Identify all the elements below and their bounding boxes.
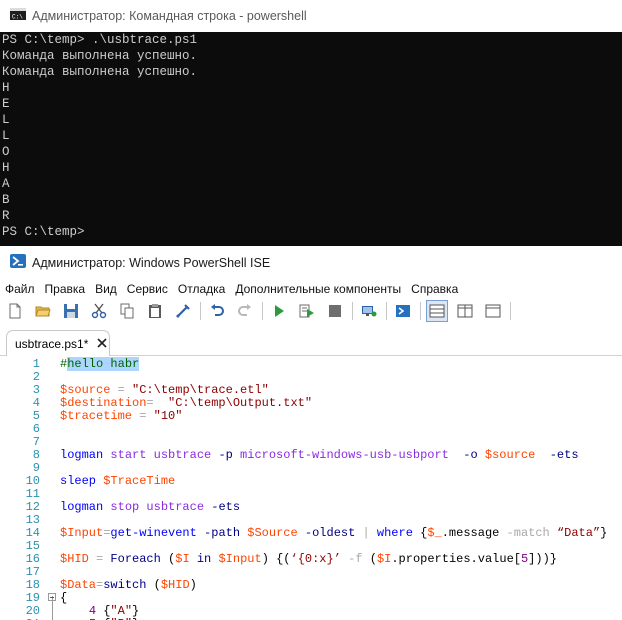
layout-max-icon[interactable] xyxy=(482,300,504,322)
toolbar-separator xyxy=(510,302,511,320)
undo-icon[interactable] xyxy=(206,300,228,322)
tab-usbtrace[interactable]: usbtrace.ps1* xyxy=(6,330,110,356)
paste-icon[interactable] xyxy=(144,300,166,322)
collapse-icon[interactable] xyxy=(48,593,56,601)
tab-label: usbtrace.ps1* xyxy=(15,336,89,351)
console-line: R xyxy=(2,209,10,223)
redo-icon[interactable] xyxy=(234,300,256,322)
console-line: H xyxy=(2,81,10,95)
close-icon[interactable] xyxy=(97,335,107,353)
console-line: B xyxy=(2,193,10,207)
menu-edit[interactable]: Правка xyxy=(40,282,91,296)
script-tabs: usbtrace.ps1* xyxy=(0,326,622,356)
menu-file[interactable]: Файл xyxy=(0,282,40,296)
console-line: E xyxy=(2,97,10,111)
console-line: Команда выполнена успешно. xyxy=(2,49,198,63)
menu-debug[interactable]: Отладка xyxy=(173,282,230,296)
cut-icon[interactable] xyxy=(88,300,110,322)
console-title-text: Администратор: Командная строка - powers… xyxy=(32,9,307,23)
console-output[interactable]: PS C:\temp> .\usbtrace.ps1 Команда выполн… xyxy=(0,32,622,246)
toolbar xyxy=(0,298,622,324)
code-line: 21 5 {"B"} xyxy=(0,616,622,620)
save-icon[interactable] xyxy=(60,300,82,322)
console-titlebar: C:\ Администратор: Командная строка - po… xyxy=(0,0,622,32)
toolbar-separator xyxy=(386,302,387,320)
toolbar-separator xyxy=(352,302,353,320)
console-line: PS C:\temp> xyxy=(2,225,85,239)
toolbar-separator xyxy=(262,302,263,320)
console-line: O xyxy=(2,145,10,159)
open-folder-icon[interactable] xyxy=(32,300,54,322)
console-line: A xyxy=(2,177,10,191)
toolbar-separator xyxy=(420,302,421,320)
copy-icon[interactable] xyxy=(116,300,138,322)
ise-titlebar: Администратор: Windows PowerShell ISE xyxy=(0,248,622,278)
cmd-icon: C:\ xyxy=(10,7,26,25)
remote-powershell-icon[interactable] xyxy=(358,300,380,322)
menu-addons[interactable]: Дополнительные компоненты xyxy=(230,282,406,296)
console-line: PS C:\temp> .\usbtrace.ps1 xyxy=(2,33,198,47)
new-file-icon[interactable] xyxy=(4,300,26,322)
console-line: L xyxy=(2,129,10,143)
layout-top-icon[interactable] xyxy=(426,300,448,322)
menu-help[interactable]: Справка xyxy=(406,282,463,296)
code-text: 5 {"B"} xyxy=(60,616,139,620)
console-line: L xyxy=(2,113,10,127)
script-editor[interactable]: 1 #hello habr 2 3 $source = "C:\temp\trace.e… xyxy=(0,356,622,620)
layout-right-icon[interactable] xyxy=(454,300,476,322)
line-number: 21 xyxy=(0,616,40,620)
menu-view[interactable]: Вид xyxy=(90,282,122,296)
console-icon[interactable] xyxy=(392,300,414,322)
console-line: Команда выполнена успешно. xyxy=(2,65,198,79)
run-icon[interactable] xyxy=(268,300,290,322)
powershell-ise-icon xyxy=(10,253,26,274)
menu-bar: Файл Правка Вид Сервис Отладка Дополните… xyxy=(0,280,622,298)
stop-icon[interactable] xyxy=(324,300,346,322)
clear-icon[interactable] xyxy=(172,300,194,322)
run-selection-icon[interactable] xyxy=(296,300,318,322)
svg-text:C:\: C:\ xyxy=(12,14,23,21)
console-line: H xyxy=(2,161,10,175)
toolbar-separator xyxy=(200,302,201,320)
ise-title-text: Администратор: Windows PowerShell ISE xyxy=(32,256,271,270)
menu-tools[interactable]: Сервис xyxy=(122,282,173,296)
